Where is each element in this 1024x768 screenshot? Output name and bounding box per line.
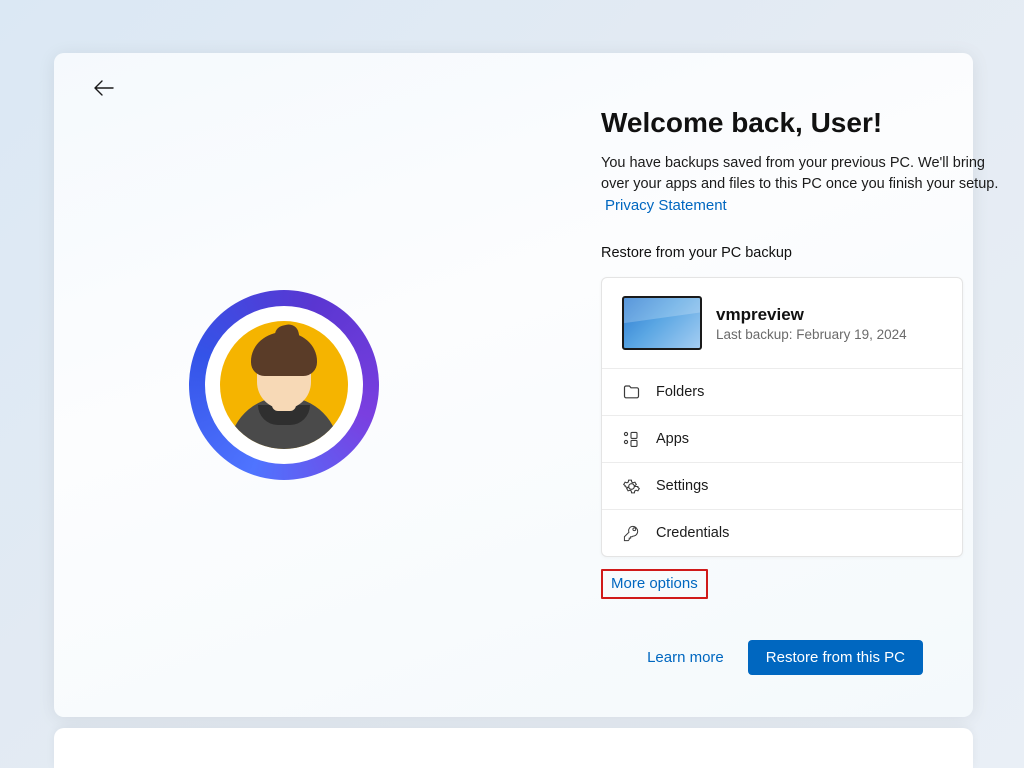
bottom-strip bbox=[54, 728, 973, 768]
row-settings[interactable]: Settings bbox=[602, 463, 962, 510]
backup-subtitle: Last backup: February 19, 2024 bbox=[716, 327, 907, 342]
row-apps-label: Apps bbox=[656, 431, 689, 447]
backup-panel: vmpreview Last backup: February 19, 2024… bbox=[601, 277, 963, 557]
folder-icon bbox=[622, 383, 640, 401]
left-pane bbox=[54, 53, 514, 717]
row-credentials-label: Credentials bbox=[656, 525, 729, 541]
setup-card: Welcome back, User! You have backups sav… bbox=[54, 53, 973, 717]
page-title: Welcome back, User! bbox=[601, 107, 1001, 139]
right-pane: Welcome back, User! You have backups sav… bbox=[601, 53, 1001, 599]
user-avatar bbox=[189, 290, 379, 480]
restore-button[interactable]: Restore from this PC bbox=[748, 640, 923, 675]
learn-more-link[interactable]: Learn more bbox=[647, 649, 724, 666]
backup-name: vmpreview bbox=[716, 305, 907, 325]
restore-section-label: Restore from your PC backup bbox=[601, 245, 1001, 261]
more-options-highlight: More options bbox=[601, 569, 708, 599]
row-folders-label: Folders bbox=[656, 384, 704, 400]
backup-header[interactable]: vmpreview Last backup: February 19, 2024 bbox=[602, 278, 962, 369]
more-options-link[interactable]: More options bbox=[611, 575, 698, 592]
gear-icon bbox=[622, 477, 640, 495]
privacy-link[interactable]: Privacy Statement bbox=[605, 197, 727, 214]
row-credentials[interactable]: Credentials bbox=[602, 510, 962, 556]
row-settings-label: Settings bbox=[656, 478, 708, 494]
row-folders[interactable]: Folders bbox=[602, 369, 962, 416]
description-text: You have backups saved from your previou… bbox=[601, 155, 998, 192]
description: You have backups saved from your previou… bbox=[601, 153, 1001, 217]
apps-icon bbox=[622, 430, 640, 448]
footer-actions: Learn more Restore from this PC bbox=[647, 640, 923, 675]
row-apps[interactable]: Apps bbox=[602, 416, 962, 463]
key-icon bbox=[622, 524, 640, 542]
pc-thumbnail bbox=[622, 296, 702, 350]
